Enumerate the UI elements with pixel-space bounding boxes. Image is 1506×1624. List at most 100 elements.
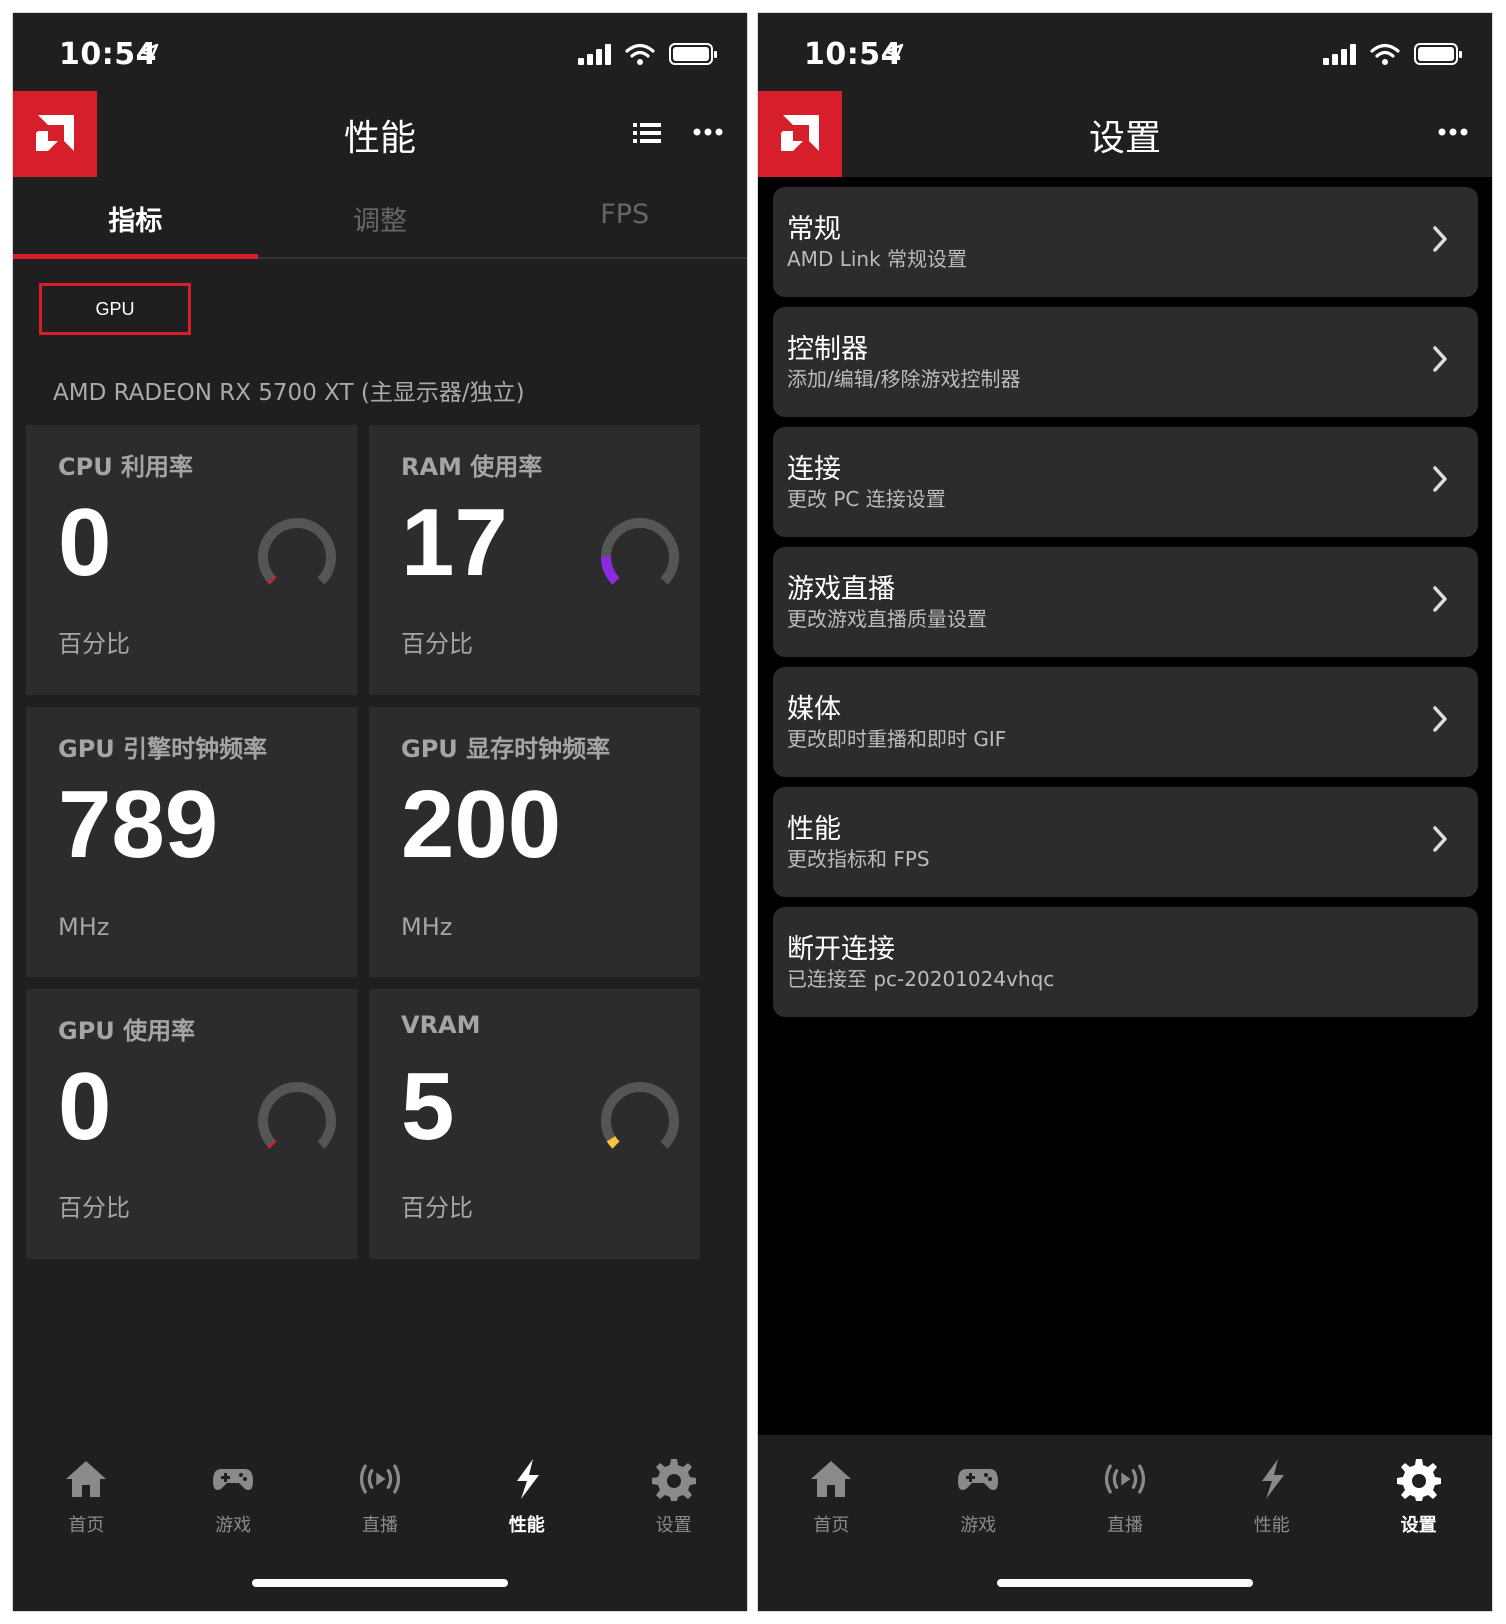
nav-item[interactable]: 游戏 bbox=[160, 1455, 307, 1537]
home-icon bbox=[62, 1455, 110, 1503]
nav-label: 直播 bbox=[361, 1515, 398, 1536]
tab-tuning[interactable]: 调整 bbox=[258, 177, 503, 257]
metric-title: GPU 使用率 bbox=[58, 1017, 196, 1045]
nav-label: 游戏 bbox=[215, 1515, 252, 1536]
metric-unit: 百分比 bbox=[58, 630, 130, 658]
settings-item[interactable]: 连接 更改 PC 连接设置 bbox=[773, 427, 1478, 537]
wifi-icon bbox=[1370, 43, 1400, 65]
nav-item[interactable]: 直播 bbox=[307, 1455, 454, 1537]
nav-item[interactable]: 设置 bbox=[600, 1455, 747, 1537]
metric-unit: 百分比 bbox=[401, 630, 473, 658]
metric-card-vram[interactable]: VRAM 5 百分比 bbox=[369, 989, 700, 1259]
broadcast-icon bbox=[356, 1455, 404, 1503]
gauge-track bbox=[601, 1082, 679, 1149]
page-title: 设置 bbox=[1088, 118, 1161, 159]
more-options-icon[interactable] bbox=[693, 127, 723, 137]
tab-fps[interactable]: FPS bbox=[502, 177, 747, 257]
nav-item[interactable]: 性能 bbox=[453, 1455, 600, 1537]
metric-value: 200 bbox=[401, 771, 562, 878]
gpu-selector-button[interactable]: GPU bbox=[39, 283, 191, 335]
metric-card-gpu-engine-clock[interactable]: GPU 引擎时钟频率 789 MHz bbox=[26, 707, 357, 977]
nav-label: 游戏 bbox=[960, 1515, 997, 1536]
nav-label: 性能 bbox=[508, 1515, 545, 1536]
metric-value: 0 bbox=[58, 1053, 112, 1160]
settings-item-title: 性能 bbox=[787, 814, 841, 845]
settings-item[interactable]: 游戏直播 更改游戏直播质量设置 bbox=[773, 547, 1478, 657]
gauge-track bbox=[258, 1082, 336, 1149]
metric-title: CPU 利用率 bbox=[58, 453, 194, 481]
settings-item-title: 连接 bbox=[787, 454, 841, 485]
cellular-signal-icon bbox=[578, 43, 611, 65]
location-arrow-icon bbox=[139, 43, 159, 63]
app-header: 性能 bbox=[13, 91, 747, 177]
metric-unit: 百分比 bbox=[58, 1194, 130, 1222]
settings-item-title: 断开连接 bbox=[787, 934, 895, 965]
nav-label: 直播 bbox=[1106, 1515, 1143, 1536]
gauge-fill bbox=[267, 1139, 277, 1149]
battery-icon bbox=[1414, 43, 1462, 65]
tab-bar: 指标 调整 FPS bbox=[13, 177, 747, 259]
nav-item[interactable]: 性能 bbox=[1198, 1455, 1345, 1537]
battery-icon bbox=[669, 43, 717, 65]
settings-list: 常规 AMD Link 常规设置 控制器 添加/编辑/移除游戏控制器 连接 更改 PC 连… bbox=[773, 187, 1478, 1027]
status-bar: 10:54 bbox=[758, 13, 1492, 91]
home-indicator[interactable] bbox=[997, 1579, 1253, 1587]
nav-item[interactable]: 游戏 bbox=[905, 1455, 1052, 1537]
nav-item[interactable]: 首页 bbox=[13, 1455, 160, 1537]
metric-title: GPU 引擎时钟频率 bbox=[58, 735, 268, 763]
gauge-icon bbox=[258, 518, 336, 585]
wifi-icon bbox=[625, 43, 655, 65]
metric-value: 789 bbox=[58, 771, 219, 878]
settings-item-subtitle: 更改 PC 连接设置 bbox=[787, 487, 946, 511]
gamepad-icon bbox=[954, 1455, 1002, 1503]
gauge-icon bbox=[601, 518, 679, 585]
app-header: 设置 bbox=[758, 91, 1492, 177]
settings-item[interactable]: 性能 更改指标和 FPS bbox=[773, 787, 1478, 897]
gauge-icon bbox=[258, 1082, 336, 1149]
nav-label: 设置 bbox=[655, 1515, 692, 1536]
gear-icon bbox=[650, 1455, 698, 1503]
settings-item[interactable]: 媒体 更改即时重播和即时 GIF bbox=[773, 667, 1478, 777]
settings-item-subtitle: AMD Link 常规设置 bbox=[787, 247, 968, 271]
more-options-icon[interactable] bbox=[1438, 127, 1468, 137]
metric-card-gpu-memory-clock[interactable]: GPU 显存时钟频率 200 MHz bbox=[369, 707, 700, 977]
home-indicator[interactable] bbox=[252, 1579, 508, 1587]
metric-title: GPU 显存时钟频率 bbox=[401, 735, 611, 763]
nav-item[interactable]: 设置 bbox=[1345, 1455, 1492, 1537]
settings-item[interactable]: 断开连接 已连接至 pc-20201024vhqc bbox=[773, 907, 1478, 1017]
bottom-nav: 首页 游戏 直播 性能 设置 bbox=[13, 1435, 747, 1611]
chevron-right-icon bbox=[1433, 586, 1447, 612]
tab-metrics[interactable]: 指标 bbox=[13, 177, 258, 259]
settings-item-title: 媒体 bbox=[787, 694, 841, 725]
settings-item[interactable]: 常规 AMD Link 常规设置 bbox=[773, 187, 1478, 297]
gauge-track bbox=[258, 518, 336, 585]
settings-item-title: 常规 bbox=[787, 214, 841, 245]
lightning-icon bbox=[1248, 1455, 1296, 1503]
settings-item-subtitle: 更改即时重播和即时 GIF bbox=[787, 727, 1007, 751]
gauge-icon bbox=[601, 1082, 679, 1149]
settings-item-title: 游戏直播 bbox=[787, 574, 895, 605]
chevron-right-icon bbox=[1433, 346, 1447, 372]
metric-title: RAM 使用率 bbox=[401, 453, 543, 481]
nav-item[interactable]: 直播 bbox=[1052, 1455, 1199, 1537]
metric-value: 17 bbox=[401, 489, 508, 596]
nav-item[interactable]: 首页 bbox=[758, 1455, 905, 1537]
gear-icon bbox=[1395, 1455, 1443, 1503]
bottom-nav: 首页 游戏 直播 性能 设置 bbox=[758, 1435, 1492, 1611]
list-icon[interactable] bbox=[633, 121, 661, 145]
device-name: AMD RADEON RX 5700 XT (主显示器/独立) bbox=[53, 380, 525, 406]
lightning-icon bbox=[503, 1455, 551, 1503]
metric-unit: 百分比 bbox=[401, 1194, 473, 1222]
settings-item[interactable]: 控制器 添加/编辑/移除游戏控制器 bbox=[773, 307, 1478, 417]
metric-card-cpu-usage[interactable]: CPU 利用率 0 百分比 bbox=[26, 425, 357, 695]
gauge-fill bbox=[267, 575, 277, 585]
nav-label: 设置 bbox=[1400, 1515, 1437, 1536]
metric-card-gpu-usage[interactable]: GPU 使用率 0 百分比 bbox=[26, 989, 357, 1259]
settings-item-subtitle: 更改指标和 FPS bbox=[787, 847, 930, 871]
metric-card-ram-usage[interactable]: RAM 使用率 17 百分比 bbox=[369, 425, 700, 695]
nav-label: 首页 bbox=[813, 1515, 850, 1536]
settings-item-subtitle: 添加/编辑/移除游戏控制器 bbox=[787, 367, 1021, 391]
settings-screen: 10:54 设置 常规 AMD Link 常规设置 控制器 添加/编辑/移除游戏控制器… bbox=[757, 12, 1493, 1612]
metric-value: 0 bbox=[58, 489, 112, 596]
metric-title: VRAM bbox=[401, 1011, 481, 1039]
